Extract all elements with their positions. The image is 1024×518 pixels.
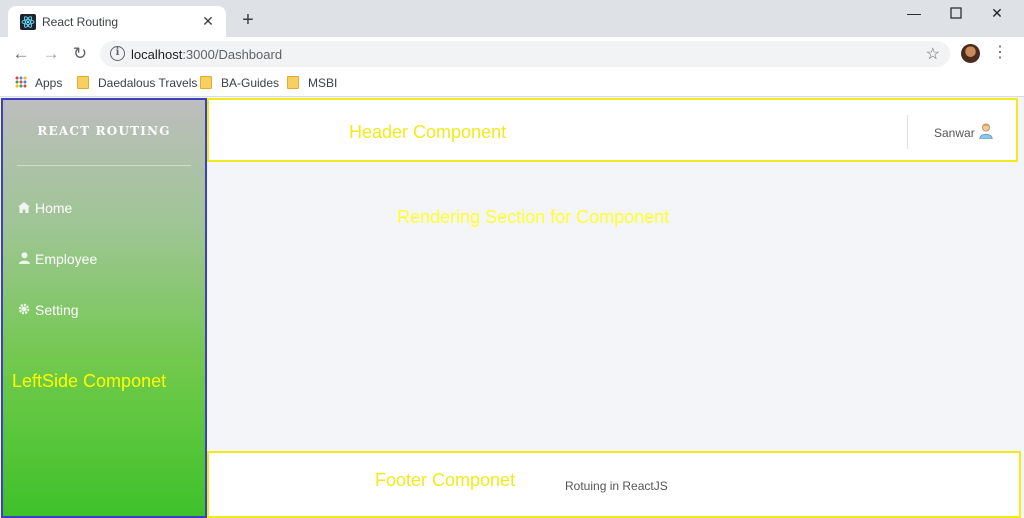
footer-component-annotation: Footer Componet <box>375 470 516 490</box>
sidebar-item-label: Setting <box>35 302 79 318</box>
tab-close-icon[interactable]: ✕ <box>198 11 218 31</box>
sidebar-brand[interactable]: REACT ROUTING <box>3 124 205 138</box>
bookmark-ba-guides[interactable]: BA-Guides <box>200 75 279 92</box>
left-sidebar: REACT ROUTING Home Employee Setting Left… <box>1 98 207 518</box>
gear-icon <box>17 300 31 322</box>
back-icon[interactable]: ← <box>10 43 32 65</box>
sidebar-item-employee[interactable]: Employee <box>17 248 97 270</box>
header-component-annotation: Header Component <box>349 122 507 142</box>
browser-tab[interactable]: React Routing ✕ <box>8 6 226 37</box>
header-component: Header Component Sanwar <box>207 98 1018 162</box>
reload-icon[interactable]: ↻ <box>69 43 91 65</box>
react-logo-icon <box>20 14 36 30</box>
sidebar-item-label: Employee <box>35 251 98 267</box>
sidebar-item-label: Home <box>35 200 73 216</box>
minimize-icon[interactable]: — <box>900 2 928 24</box>
apps-grid-icon <box>15 76 27 88</box>
sidebar-divider <box>17 165 191 166</box>
forward-icon[interactable]: → <box>40 43 62 65</box>
maximize-icon[interactable] <box>942 2 970 24</box>
bookmarks-bar: Apps Daedalous Travels BA-Guides MSBI <box>0 70 1024 97</box>
folder-icon <box>287 76 299 89</box>
site-info-icon[interactable]: i <box>110 46 125 61</box>
bookmark-apps[interactable]: Apps <box>15 75 62 92</box>
new-tab-button[interactable]: + <box>237 9 259 31</box>
url-text: localhost:3000/Dashboard <box>131 47 283 62</box>
folder-icon <box>77 76 89 89</box>
browser-menu-icon[interactable]: ⋮ <box>992 43 1008 63</box>
user-avatar-icon[interactable] <box>979 123 993 139</box>
bookmark-star-icon[interactable]: ☆ <box>926 44 940 64</box>
header-divider <box>907 115 908 149</box>
page-viewport: REACT ROUTING Home Employee Setting Left… <box>0 97 1024 518</box>
folder-icon <box>200 76 212 89</box>
rendering-section-annotation: Rendering Section for Component <box>397 207 670 227</box>
sidebar-item-home[interactable]: Home <box>17 197 72 219</box>
sidebar-item-setting[interactable]: Setting <box>17 299 79 321</box>
close-window-icon[interactable]: ✕ <box>983 2 1011 24</box>
browser-tab-strip: React Routing ✕ + — ✕ <box>0 0 1024 37</box>
footer-component: Footer Componet Rotuing in ReactJS <box>207 451 1021 518</box>
profile-avatar[interactable] <box>961 44 980 63</box>
tab-title: React Routing <box>42 15 119 29</box>
address-bar[interactable]: i localhost:3000/Dashboard ☆ <box>100 41 950 67</box>
bookmark-msbi[interactable]: MSBI <box>287 75 337 92</box>
footer-text: Rotuing in ReactJS <box>565 479 668 493</box>
user-name[interactable]: Sanwar <box>934 126 975 140</box>
browser-toolbar: ← → ↻ i localhost:3000/Dashboard ☆ <box>0 37 1024 70</box>
bookmark-daedalous-travels[interactable]: Daedalous Travels <box>77 75 197 92</box>
user-icon <box>17 249 31 271</box>
home-icon <box>17 198 31 220</box>
leftside-component-annotation: LeftSide Componet <box>12 371 167 391</box>
